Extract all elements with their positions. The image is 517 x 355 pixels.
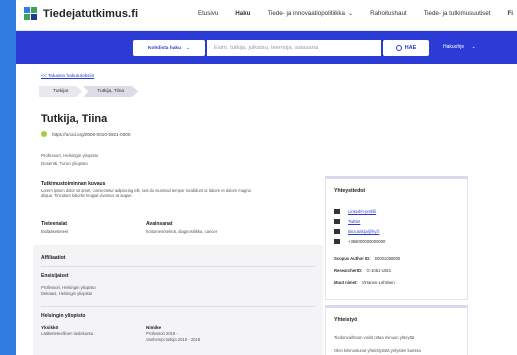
top-navigation: Tiedejatutkimus.fi Etusivu Haku Tiede- j… <box>16 0 517 31</box>
orcid-link[interactable]: https://orcid.org/0000-0010-5921-0000 <box>41 131 130 137</box>
site-logo[interactable]: Tiedejatutkimus.fi <box>24 7 138 21</box>
contact-twitter[interactable]: Twitter <box>334 219 360 224</box>
orcid-icon <box>41 131 47 137</box>
collaboration-heading: Yhteistyö <box>334 317 358 323</box>
contact-email[interactable]: tiina.tutkija@hy.fi <box>334 229 379 234</box>
job-title-label: Nimike <box>146 325 162 330</box>
search-input[interactable] <box>207 40 381 56</box>
nav-links: Etusivu Haku Tiede- ja innovaatiopolitii… <box>198 10 517 17</box>
unit-value: Lääketieteellinen tiedekunta <box>41 331 93 336</box>
page-title: Tutkija, Tiina <box>41 113 108 125</box>
scopus-id: Scopus Author ID: 50001058600 <box>334 256 400 261</box>
affiliations-heading: Affiliaatiot <box>41 255 66 261</box>
search-button[interactable]: HAE <box>383 40 429 56</box>
primary-affiliations-heading: Ensisijaiset <box>41 273 69 279</box>
breadcrumb-item-researchers[interactable]: Tutkijat <box>39 86 82 97</box>
description-text: Lorem ipsum dolor sit amet, consectetur … <box>41 188 251 199</box>
scopus-id-label: Scopus Author ID: <box>334 256 371 261</box>
search-button-label: HAE <box>404 45 417 51</box>
search-icon <box>395 45 402 51</box>
contact-linkedin-label: LinkedIn-profiili <box>348 209 377 214</box>
organization-heading: Helsingin yliopisto <box>41 313 86 319</box>
other-names-value: Virtanen-Lehtinen <box>361 280 395 285</box>
nav-item-policy-label: Tiede- ja innovaatiopolitiikka <box>267 10 345 17</box>
search-help-dropdown[interactable]: Hakuohje ⌄ <box>443 44 476 50</box>
collaboration-line: Tiedonvaihtoon voisit ottaa minuun yhtey… <box>334 335 415 340</box>
contact-linkedin[interactable]: LinkedIn-profiili <box>334 209 376 214</box>
contact-phone-label: +358000000000000 <box>348 239 386 244</box>
site-name: Tiedejatutkimus.fi <box>43 8 139 20</box>
contact-phone: +358000000000000 <box>334 239 385 244</box>
phone-icon <box>334 239 340 244</box>
contact-card: Yhteystiedot LinkedIn-profiili Twitter t… <box>325 176 468 300</box>
breadcrumb: Tutkijat Tutkija, Tiina <box>39 86 138 97</box>
divider <box>41 306 315 307</box>
researcher-id: ResearcherID: G-1051-1921 <box>334 268 391 273</box>
affiliations-panel: Affiliaatiot Ensisijaiset Professori, He… <box>33 245 323 355</box>
contact-email-label: tiina.tutkija@hy.fi <box>348 229 380 234</box>
job-title-line: Vanhempi tutkija 2015 - 2018 <box>146 337 201 342</box>
nav-item-haku[interactable]: Haku <box>235 10 250 17</box>
chevron-down-icon: ⌄ <box>186 45 191 51</box>
contact-heading: Yhteystiedot <box>334 188 366 194</box>
affiliation-line: Dosentti, Turun yliopisto <box>41 161 88 166</box>
nav-item-news[interactable]: Tiede- ja tutkimusuutiset <box>424 10 491 17</box>
search-bar: Kohdista haku ⌄ HAE Hakuohje ⌄ <box>16 31 517 64</box>
nav-item-funding[interactable]: Rahoitushaut <box>370 10 406 17</box>
divider <box>41 266 315 267</box>
twitter-icon <box>334 219 340 224</box>
current-affiliations: Professori, Helsingin yliopisto Dosentti… <box>41 152 98 168</box>
other-names: Muut nimet: Virtanen-Lehtinen <box>334 280 395 285</box>
description-heading: Tutkimustoiminnan kuvaus <box>41 181 106 187</box>
researcher-id-value: G-1051-1921 <box>366 268 392 273</box>
email-icon <box>334 229 340 234</box>
orcid-url: https://orcid.org/0000-0010-5921-0000 <box>52 131 131 137</box>
nav-item-policy[interactable]: Tiede- ja innovaatiopolitiikka ⌄ <box>267 10 353 17</box>
nav-item-etusivu[interactable]: Etusivu <box>198 10 218 17</box>
contact-twitter-label: Twitter <box>348 219 361 224</box>
collaboration-card: Yhteistyö Tiedonvaihtoon voisit ottaa mi… <box>325 305 468 355</box>
collaboration-line: Olen kiinnostunut yhteistyöstä yritysten… <box>334 348 421 353</box>
breadcrumb-item-current: Tutkija, Tiina <box>83 86 138 97</box>
linkedin-icon <box>334 209 340 214</box>
logo-icon <box>24 7 38 21</box>
unit-label: Yksikkö <box>41 325 59 330</box>
fields-value: Biolääketieteet <box>41 229 69 234</box>
affiliation-line: Dekaani, Helsingin yliopisto <box>41 291 93 296</box>
search-scope-dropdown[interactable]: Kohdista haku ⌄ <box>133 40 205 56</box>
language-switch[interactable]: Fi <box>507 10 513 17</box>
chevron-down-icon: ⌄ <box>471 44 476 50</box>
keywords-label: Avainsanat <box>146 221 173 227</box>
search-scope-label: Kohdista haku <box>147 45 182 51</box>
back-to-results-link[interactable]: << Takaisin hakutuloksiin <box>41 74 94 79</box>
search-help-label: Hakuohje <box>443 44 465 50</box>
researcher-id-label: ResearcherID: <box>334 268 363 273</box>
affiliation-line: Professori, Helsingin yliopisto <box>41 153 99 158</box>
keywords-value: hoitomenetelmä, diagnostiikka, cancer <box>146 229 218 234</box>
job-title-values: Professori 2018 - Vanhempi tutkija 2015 … <box>146 331 200 343</box>
chevron-down-icon: ⌄ <box>347 10 354 17</box>
scopus-id-value: 50001058600 <box>374 256 401 261</box>
other-names-label: Muut nimet: <box>334 280 358 285</box>
primary-affiliations-list: Professori, Helsingin yliopisto Dekaani,… <box>41 285 96 297</box>
fields-label: Tieteenalat <box>41 221 68 227</box>
browser-page: Tiedejatutkimus.fi Etusivu Haku Tiede- j… <box>16 0 517 355</box>
